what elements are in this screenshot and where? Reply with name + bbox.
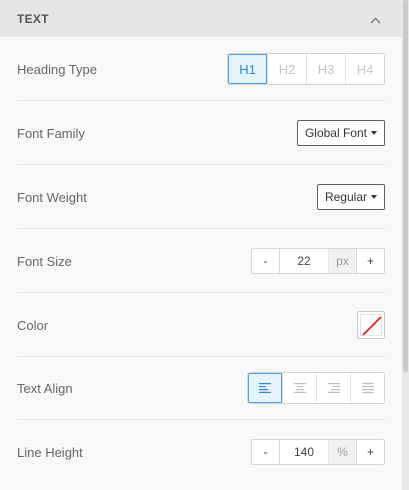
line-height-unit: % <box>329 440 357 464</box>
font-size-label: Font Size <box>17 253 72 269</box>
align-left-icon <box>259 383 271 393</box>
align-right-option[interactable] <box>316 373 350 403</box>
align-center-option[interactable] <box>282 373 316 403</box>
line-height-input[interactable]: 140 <box>279 440 329 464</box>
heading-option-h2[interactable]: H2 <box>267 54 306 84</box>
row-line-height: Line Height - 140 % + <box>0 420 402 484</box>
chevron-up-icon[interactable] <box>370 17 381 27</box>
font-family-label: Font Family <box>17 125 85 141</box>
font-size-unit: px <box>329 249 357 273</box>
heading-option-h4[interactable]: H4 <box>345 54 384 84</box>
caret-down-icon <box>371 195 377 199</box>
row-text-align: Text Align <box>0 356 402 420</box>
font-size-increment-button[interactable]: + <box>357 249 384 273</box>
line-height-label: Line Height <box>17 444 83 460</box>
caret-down-icon <box>371 131 377 135</box>
section-title: TEXT <box>17 11 49 26</box>
row-color: Color <box>0 293 402 357</box>
scrollbar-thumb[interactable] <box>403 0 408 372</box>
line-height-stepper: - 140 % + <box>251 439 385 465</box>
line-height-decrement-button[interactable]: - <box>252 440 279 464</box>
font-weight-dropdown[interactable]: Regular <box>316 184 385 210</box>
font-size-input[interactable]: 22 <box>279 249 329 273</box>
heading-option-h1[interactable]: H1 <box>228 54 267 84</box>
no-color-slash-icon <box>362 316 382 336</box>
align-justify-icon <box>361 383 374 393</box>
row-font-family: Font Family Global Font <box>0 101 402 165</box>
text-align-label: Text Align <box>17 380 73 396</box>
heading-option-h3[interactable]: H3 <box>306 54 345 84</box>
section-header-text[interactable]: TEXT <box>0 0 402 37</box>
heading-type-selector: H1 H2 H3 H4 <box>227 53 385 85</box>
font-size-decrement-button[interactable]: - <box>252 249 279 273</box>
vertical-scrollbar[interactable] <box>402 0 409 490</box>
line-height-increment-button[interactable]: + <box>357 440 384 464</box>
align-right-icon <box>327 383 340 393</box>
text-align-selector <box>247 372 385 404</box>
font-weight-label: Font Weight <box>17 189 87 205</box>
align-justify-option[interactable] <box>350 373 384 403</box>
align-left-option[interactable] <box>248 373 282 403</box>
text-settings-panel: TEXT Heading Type H1 H2 H3 H4 Font Famil… <box>0 0 402 490</box>
row-font-size: Font Size - 22 px + <box>0 229 402 293</box>
row-heading-type: Heading Type H1 H2 H3 H4 <box>0 37 402 101</box>
heading-type-label: Heading Type <box>17 61 97 77</box>
row-font-weight: Font Weight Regular <box>0 165 402 229</box>
font-weight-value: Regular <box>324 190 367 204</box>
color-label: Color <box>17 317 49 333</box>
color-swatch-button[interactable] <box>357 311 385 339</box>
font-family-dropdown[interactable]: Global Font <box>296 120 385 146</box>
font-family-value: Global Font <box>304 126 367 140</box>
font-size-stepper: - 22 px + <box>251 248 385 274</box>
align-center-icon <box>293 383 306 393</box>
